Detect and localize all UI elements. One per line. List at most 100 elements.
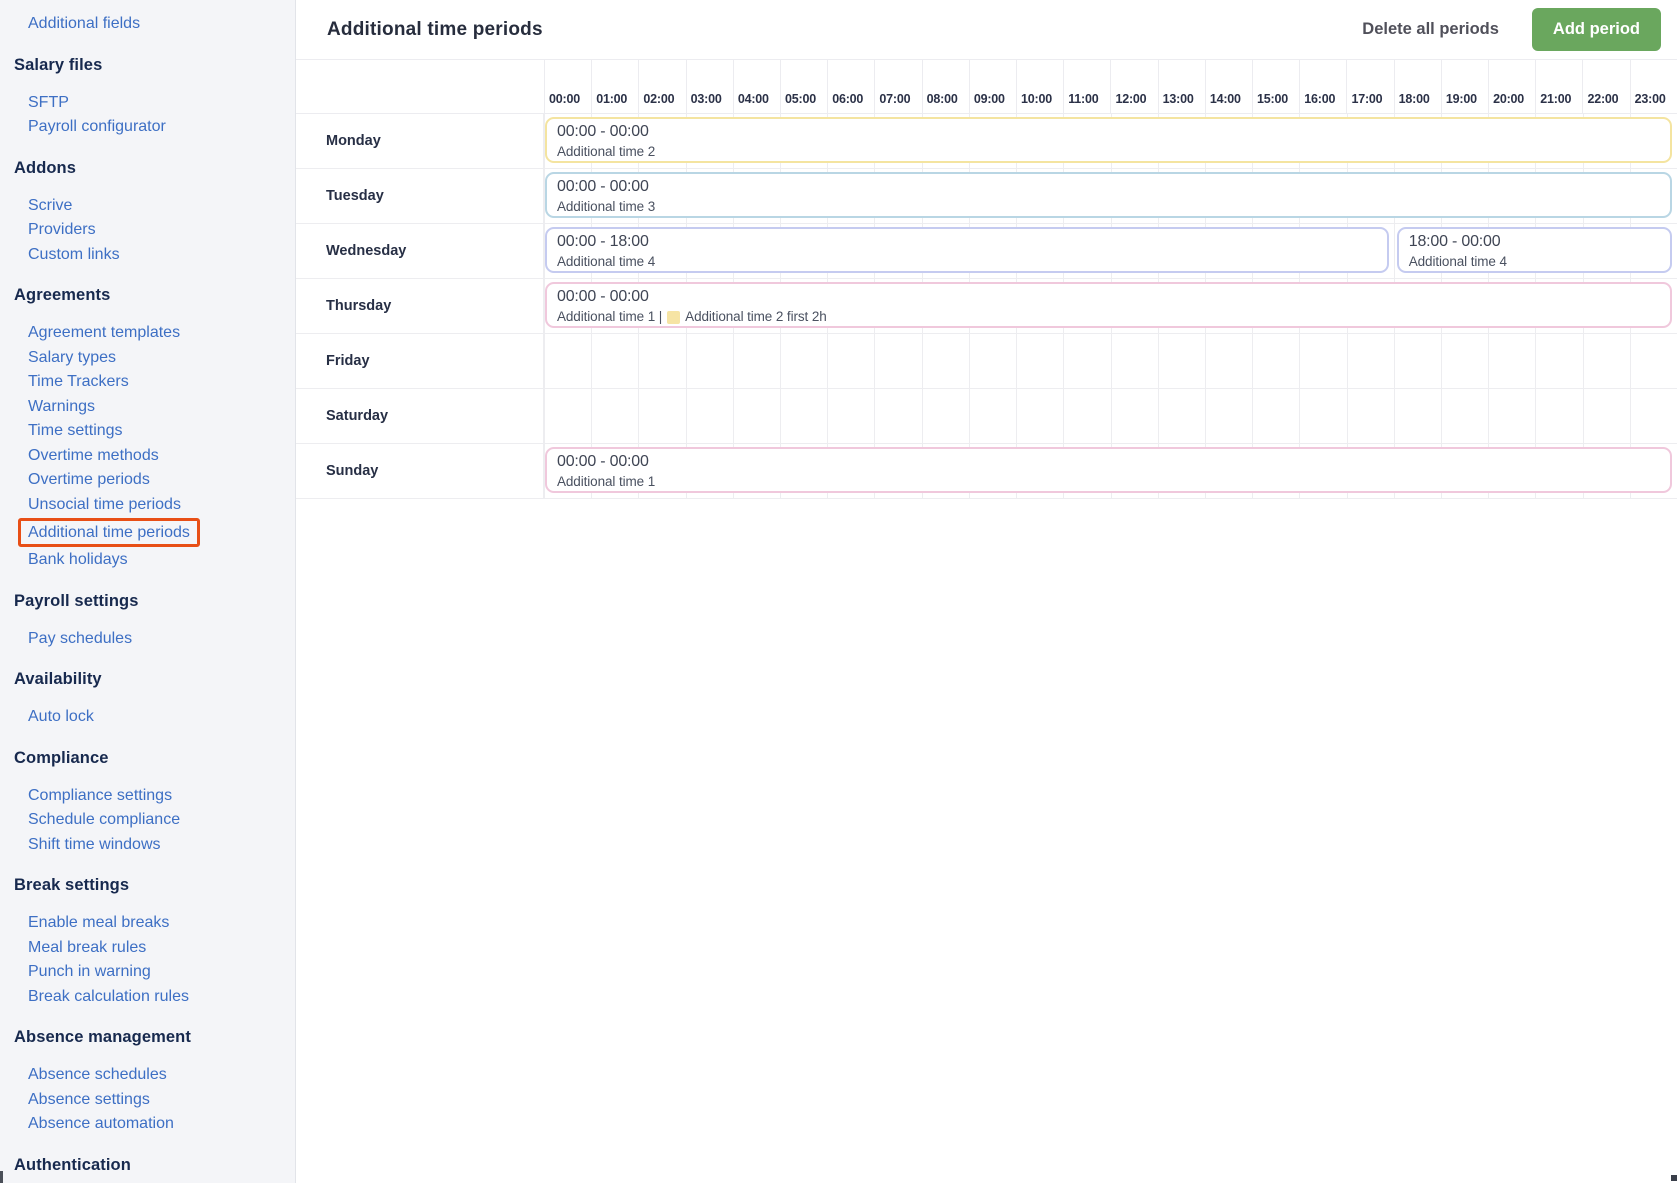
sidebar-heading-absence-management: Absence management	[14, 1028, 191, 1046]
sidebar-item-providers[interactable]: Providers	[0, 218, 295, 243]
hour-label: 03:00	[690, 92, 722, 106]
hour-gridline	[780, 334, 782, 388]
hour-gridline	[1346, 334, 1348, 388]
period-bar[interactable]: 18:00 - 00:00 Additional time 4	[1396, 227, 1672, 273]
hour-column: 03:00	[685, 60, 733, 113]
sidebar-item-agreement-templates[interactable]: Agreement templates	[0, 321, 295, 346]
sidebar-item-payroll-configurator[interactable]: Payroll configurator	[0, 115, 295, 140]
hour-column: 15:00	[1252, 60, 1299, 113]
sidebar-heading-agreements: Agreements	[14, 286, 111, 304]
day-label: Tuesday	[296, 169, 544, 223]
scrollbar-corner-thumb[interactable]	[1671, 1175, 1677, 1181]
sidebar-item-bank-holidays[interactable]: Bank holidays	[0, 548, 295, 573]
hour-column: 06:00	[827, 60, 874, 113]
day-timeline: 00:00 - 00:00 Additional time 1 | Addition…	[544, 279, 1677, 333]
hour-gridline	[638, 334, 640, 388]
hour-gridline	[1535, 389, 1537, 443]
sidebar-item-absence-schedules[interactable]: Absence schedules	[0, 1063, 295, 1088]
period-time-range: 00:00 - 18:00	[557, 233, 649, 250]
period-label-text: Additional time 4	[557, 254, 656, 269]
period-bar[interactable]: 00:00 - 00:00 Additional time 3	[545, 172, 1672, 218]
day-timeline: 00:00 - 18:00 Additional time 4 18:00 - 00…	[544, 224, 1677, 278]
sidebar-item-time-settings[interactable]: Time settings	[0, 419, 295, 444]
hour-gridline	[827, 389, 829, 443]
hour-column: 00:00	[544, 60, 591, 113]
hour-gridline	[874, 389, 876, 443]
period-label: Additional time 4	[557, 253, 1387, 271]
day-row-saturday: Saturday	[296, 389, 1677, 444]
hour-label: 10:00	[1021, 92, 1053, 106]
sidebar-item-shift-time-windows[interactable]: Shift time windows	[0, 833, 295, 858]
sidebar-item-auto-lock[interactable]: Auto lock	[0, 705, 295, 730]
day-label: Saturday	[296, 389, 544, 443]
hour-gridline	[685, 334, 687, 388]
sidebar-heading-payroll-settings: Payroll settings	[14, 591, 139, 610]
sidebar-item-salary-types[interactable]: Salary types	[0, 346, 295, 371]
hour-label: 18:00	[1398, 92, 1430, 106]
hour-column: 22:00	[1582, 60, 1629, 113]
hour-gridline	[1157, 389, 1159, 443]
period-bar[interactable]: 00:00 - 00:00 Additional time 2	[545, 117, 1672, 163]
add-period-button[interactable]: Add period	[1531, 8, 1661, 51]
sidebar-nav-list: Additional fields Salary files SFTP Payroll…	[0, 12, 295, 1176]
day-timeline: 00:00 - 00:00 Additional time 2	[544, 114, 1677, 168]
hour-column: 13:00	[1157, 60, 1205, 113]
hour-label: 21:00	[1540, 92, 1572, 106]
period-time-range: 00:00 - 00:00	[557, 123, 649, 140]
annotation-highlight-box: Additional time periods	[18, 518, 200, 547]
sidebar-item-enable-meal-breaks[interactable]: Enable meal breaks	[0, 911, 295, 936]
sidebar-item-absence-automation[interactable]: Absence automation	[0, 1112, 295, 1137]
hour-column: 20:00	[1488, 60, 1535, 113]
hour-gridline	[1204, 389, 1206, 443]
period-bar[interactable]: 00:00 - 00:00 Additional time 1 | Addition…	[545, 282, 1672, 328]
period-label: Additional time 4	[1409, 253, 1670, 271]
sidebar-item-break-calculation-rules[interactable]: Break calculation rules	[0, 985, 295, 1010]
sidebar-item-time-trackers[interactable]: Time Trackers	[0, 370, 295, 395]
sidebar-item-compliance-settings[interactable]: Compliance settings	[0, 784, 295, 809]
day-row-tuesday: Tuesday 00:00 - 00:00 Additional time 3	[296, 169, 1677, 224]
hour-label: 12:00	[1115, 92, 1147, 106]
period-bar[interactable]: 00:00 - 18:00 Additional time 4	[545, 227, 1389, 273]
sidebar-item-custom-links[interactable]: Custom links	[0, 243, 295, 268]
hour-gridline	[1157, 334, 1159, 388]
hour-gridline	[1016, 389, 1018, 443]
hour-label: 15:00	[1257, 92, 1289, 106]
sidebar-item-pay-schedules[interactable]: Pay schedules	[0, 627, 295, 652]
day-label: Thursday	[296, 279, 544, 333]
hour-gridline	[1252, 334, 1254, 388]
period-time-range: 00:00 - 00:00	[557, 453, 649, 470]
sidebar-item-unsocial-time-periods[interactable]: Unsocial time periods	[0, 493, 295, 518]
hour-column: 21:00	[1535, 60, 1582, 113]
sidebar-item-schedule-compliance[interactable]: Schedule compliance	[0, 808, 295, 833]
main-panel: Additional time periods Delete all perio…	[296, 0, 1677, 1183]
hour-gridline	[544, 389, 545, 443]
hour-label: 19:00	[1445, 92, 1477, 106]
sidebar-heading-addons: Addons	[14, 158, 77, 177]
sidebar-item-punch-in-warning[interactable]: Punch in warning	[0, 960, 295, 985]
day-label: Wednesday	[296, 224, 544, 278]
delete-all-periods-button[interactable]: Delete all periods	[1356, 19, 1505, 40]
sidebar-item-warnings[interactable]: Warnings	[0, 395, 295, 420]
hour-labels-row: 00:00 01:00 02:00 03:00 04:00 05:00 06:00 07:00…	[544, 60, 1677, 113]
sidebar-item-scrive[interactable]: Scrive	[0, 194, 295, 219]
sidebar-item-additional-fields[interactable]: Additional fields	[0, 12, 295, 37]
hour-gridline	[921, 389, 923, 443]
sidebar-item-absence-settings[interactable]: Absence settings	[0, 1088, 295, 1113]
sidebar-item-sftp[interactable]: SFTP	[0, 91, 295, 116]
hour-label: 08:00	[926, 92, 958, 106]
hour-label: 01:00	[596, 92, 628, 106]
period-label-text: Additional time 3	[557, 199, 656, 214]
period-bar[interactable]: 00:00 - 00:00 Additional time 1	[545, 447, 1672, 493]
page-title: Additional time periods	[327, 18, 543, 40]
sidebar-item-meal-break-rules[interactable]: Meal break rules	[0, 936, 295, 961]
period-time-range: 00:00 - 00:00	[557, 178, 649, 195]
sidebar-item-overtime-periods[interactable]: Overtime periods	[0, 468, 295, 493]
day-row-friday: Friday	[296, 334, 1677, 389]
sidebar-item-overtime-methods[interactable]: Overtime methods	[0, 444, 295, 469]
hour-gridline	[685, 389, 687, 443]
sidebar-item-additional-time-periods[interactable]: Additional time periods	[0, 517, 295, 548]
hour-label: 04:00	[737, 92, 769, 106]
hour-label: 23:00	[1634, 92, 1666, 106]
day-timeline	[544, 334, 1677, 388]
sidebar-scrollbar-thumb[interactable]	[0, 1171, 3, 1183]
